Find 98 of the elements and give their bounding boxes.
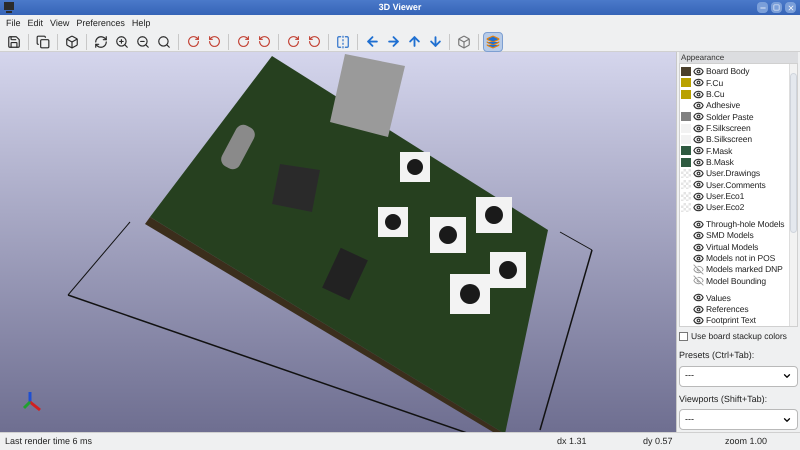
layer-label: Solder Paste — [706, 112, 754, 122]
eye-icon[interactable] — [693, 145, 704, 156]
transparent-swatch[interactable] — [681, 168, 691, 178]
layer-label: Footprint Text — [706, 316, 756, 325]
rotate-z-cw-icon — [286, 35, 300, 48]
axis-icon — [22, 392, 41, 412]
layer-label: User.Comments — [706, 180, 766, 190]
layer-label: Model Bounding — [706, 276, 766, 286]
transparent-swatch[interactable] — [681, 180, 691, 190]
layer-label: SMD Models — [706, 231, 754, 240]
layer-label: Board Body — [706, 67, 750, 76]
eye-icon[interactable] — [693, 122, 704, 134]
layer-label: F.Mask — [706, 146, 732, 156]
zoom-out-icon — [136, 34, 150, 48]
transparent-swatch[interactable] — [681, 192, 691, 201]
layer-color-swatch[interactable] — [681, 90, 691, 99]
move-left-icon — [364, 34, 380, 49]
layer-label: Virtual Models — [706, 242, 758, 252]
zoom-fit-icon — [157, 34, 171, 48]
scrollbar[interactable] — [789, 64, 797, 326]
raytracing-toggle[interactable] — [483, 32, 503, 52]
eye-icon[interactable] — [693, 77, 704, 88]
rotate-x-cw-icon — [186, 35, 200, 48]
layer-label: B.Cu — [706, 90, 724, 99]
transparent-swatch[interactable] — [681, 202, 691, 212]
layer-color-swatch[interactable] — [681, 146, 691, 156]
window-title: 3D Viewer — [378, 0, 422, 14]
panel-header: Appearance — [679, 52, 798, 63]
hidden-eye-icon[interactable] — [693, 275, 704, 286]
eye-icon[interactable] — [693, 242, 704, 252]
checkbox[interactable] — [679, 332, 688, 342]
maximize-icon — [773, 4, 780, 11]
layer-color-swatch[interactable] — [681, 124, 691, 133]
reload-icon — [94, 34, 108, 48]
menu-item[interactable]: Edit — [24, 16, 46, 30]
layer-label: Models marked DNP — [706, 265, 783, 274]
menu-item[interactable]: Preferences — [73, 16, 128, 30]
status-dx: dx 1.31 — [557, 434, 588, 448]
layer-label: Adhesive — [706, 101, 740, 110]
dropdown[interactable]: --- — [679, 409, 798, 430]
status-message: Last render time 6 ms — [5, 434, 92, 448]
eye-icon[interactable] — [693, 179, 704, 190]
eye-icon[interactable] — [693, 190, 704, 202]
move-down-icon — [428, 34, 442, 49]
layer-label: User.Eco2 — [706, 203, 744, 212]
layer-label: F.Silkscreen — [706, 124, 751, 132]
eye-icon[interactable] — [693, 230, 704, 242]
dropdown-label: Viewports (Shift+Tab): — [679, 392, 768, 406]
dropdown-label: Presets (Ctrl+Tab): — [679, 349, 756, 362]
eye-icon[interactable] — [693, 111, 704, 122]
close-icon — [786, 4, 794, 12]
layer-label: F.Cu — [706, 78, 724, 88]
rotate-z-ccw-icon — [308, 35, 320, 48]
move-right-icon — [386, 34, 400, 49]
layer-color-swatch[interactable] — [681, 112, 691, 122]
layer-label: Through-hole Models — [706, 220, 784, 229]
minimize-button[interactable] — [757, 2, 768, 13]
layer-label: B.Mask — [706, 158, 734, 166]
status-zoom: zoom 1.00 — [725, 434, 768, 448]
copy-icon — [36, 34, 50, 48]
layer-color-swatch[interactable] — [681, 158, 691, 167]
layer-label: User.Eco1 — [706, 192, 744, 200]
dropdown[interactable]: --- — [679, 366, 798, 386]
layer-label: B.Silkscreen — [706, 135, 752, 144]
eye-icon[interactable] — [693, 134, 704, 146]
layer-label: User.Drawings — [706, 169, 760, 178]
eye-icon[interactable] — [693, 88, 704, 100]
menu-item[interactable]: View — [47, 16, 72, 30]
rotate-x-ccw-icon — [208, 35, 220, 48]
eye-icon[interactable] — [693, 100, 704, 112]
eye-icon[interactable] — [693, 156, 704, 168]
move-up-icon — [406, 34, 422, 49]
3d-viewport[interactable] — [0, 52, 676, 432]
eye-icon[interactable] — [693, 292, 704, 304]
eye-icon[interactable] — [693, 252, 704, 264]
close-button[interactable] — [785, 2, 796, 13]
layer-color-swatch[interactable] — [681, 67, 691, 76]
eye-icon[interactable] — [693, 202, 704, 213]
layer-color-swatch[interactable] — [681, 78, 691, 88]
caret-icon — [782, 371, 792, 381]
rotate-y-cw-icon — [236, 35, 250, 48]
zoom-in-icon — [115, 34, 129, 48]
layer-label: References — [706, 304, 748, 314]
menu-item[interactable]: Help — [128, 16, 154, 30]
eye-icon[interactable] — [693, 315, 704, 326]
layer-label: Models not in POS — [706, 254, 776, 263]
checkbox-label: Use board stackup colors — [691, 330, 787, 343]
menu-item[interactable]: File — [3, 16, 24, 30]
app-icon — [4, 2, 14, 13]
eye-icon[interactable] — [693, 168, 704, 179]
eye-icon[interactable] — [693, 66, 704, 78]
eye-icon[interactable] — [693, 304, 704, 315]
maximize-button[interactable] — [771, 2, 782, 13]
layer-label: Values — [706, 294, 731, 302]
layer-color-swatch[interactable] — [681, 135, 691, 144]
status-dy: dy 0.57 — [643, 434, 674, 448]
rotate-y-ccw-icon — [258, 35, 270, 48]
eye-icon[interactable] — [693, 218, 704, 230]
